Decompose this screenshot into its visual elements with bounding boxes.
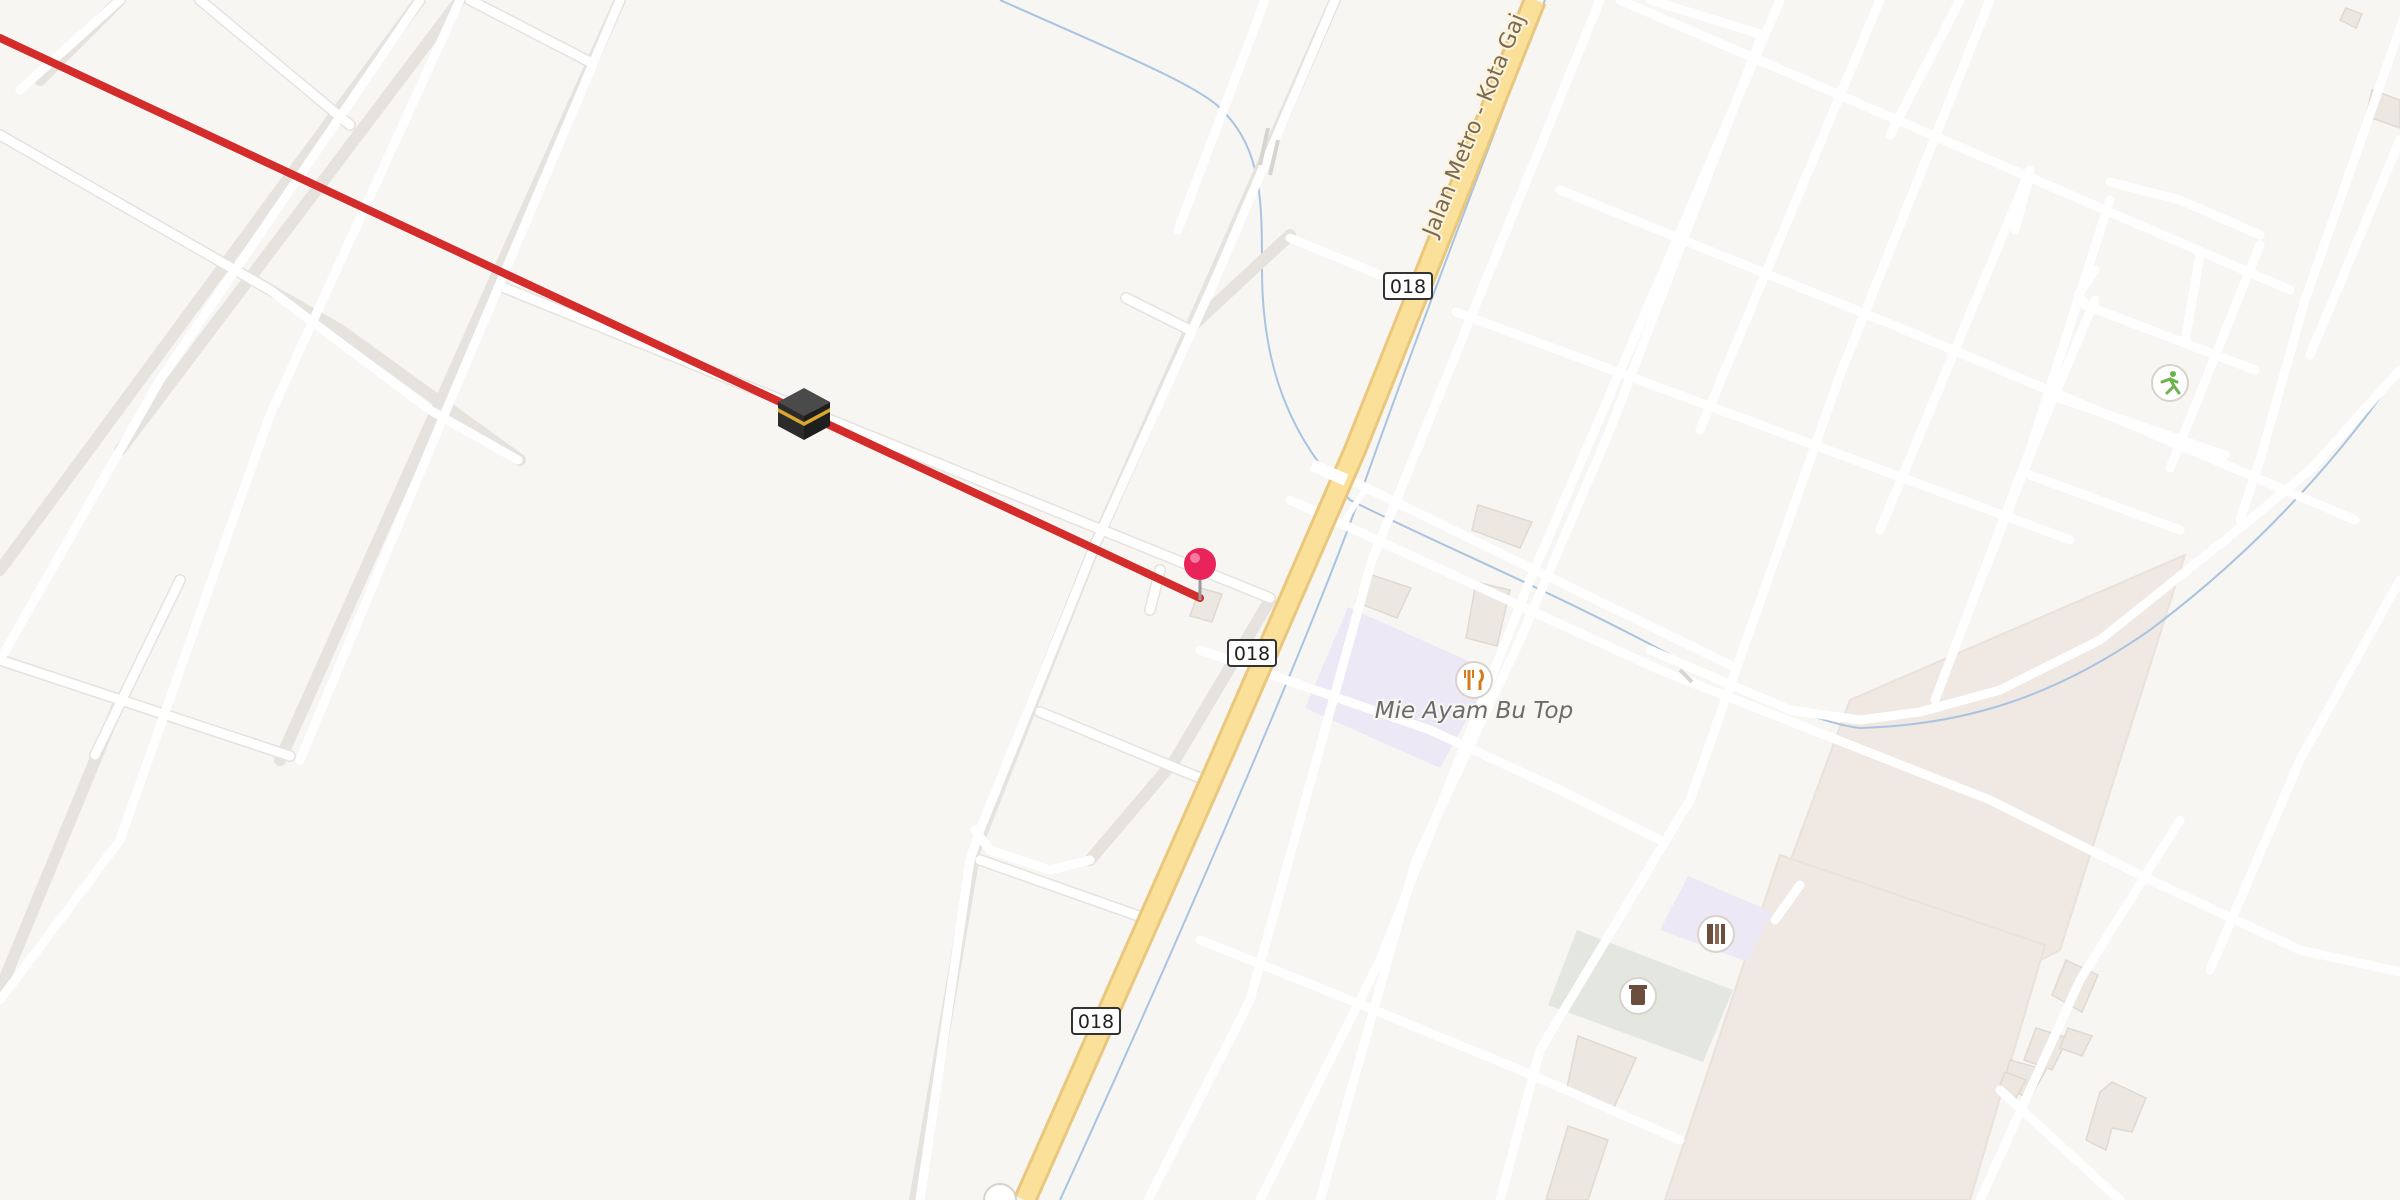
- road: [2025, 470, 2185, 535]
- road: [465, 0, 595, 67]
- building: [1545, 1125, 1609, 1200]
- route-shield-label: 018: [1390, 276, 1426, 298]
- route-shield-label: 018: [1234, 643, 1270, 665]
- restaurant-label[interactable]: Mie Ayam Bu Top: [1373, 696, 1575, 726]
- road: [2180, 250, 2205, 347]
- road: [495, 281, 1275, 603]
- route-shield: 018: [1071, 1007, 1121, 1035]
- tombstone-icon[interactable]: [1619, 977, 1657, 1015]
- building: [2085, 1081, 2147, 1152]
- road: [295, 0, 625, 765]
- running-person-icon[interactable]: [2151, 364, 2189, 402]
- road: [1121, 293, 1195, 335]
- road: [2235, 14, 2400, 525]
- road: [2205, 575, 2400, 975]
- road: [0, 130, 523, 465]
- map-marker-partial: [983, 1183, 1017, 1200]
- road: [2105, 177, 2265, 240]
- road: [1885, 0, 1965, 140]
- road: [1695, 0, 1885, 435]
- route-shield-label: 018: [1078, 1011, 1114, 1033]
- road: [1451, 307, 2075, 545]
- building: [2338, 7, 2363, 30]
- fork-knife-icon[interactable]: [1455, 661, 1493, 699]
- route-shield: 018: [1227, 639, 1277, 667]
- school-icon[interactable]: [1697, 915, 1735, 953]
- road: [15, 0, 125, 95]
- road: [1285, 233, 1385, 280]
- road: [2165, 240, 2265, 473]
- route-shield: 018: [1383, 272, 1433, 300]
- road: [1035, 707, 1205, 783]
- road: [0, 655, 295, 761]
- road: [90, 575, 185, 760]
- map-canvas[interactable]: Jalan Metro - Kota Gaj 018 018 018 Mie A…: [0, 0, 2400, 1200]
- road: [195, 0, 355, 130]
- building: [2059, 1027, 2094, 1057]
